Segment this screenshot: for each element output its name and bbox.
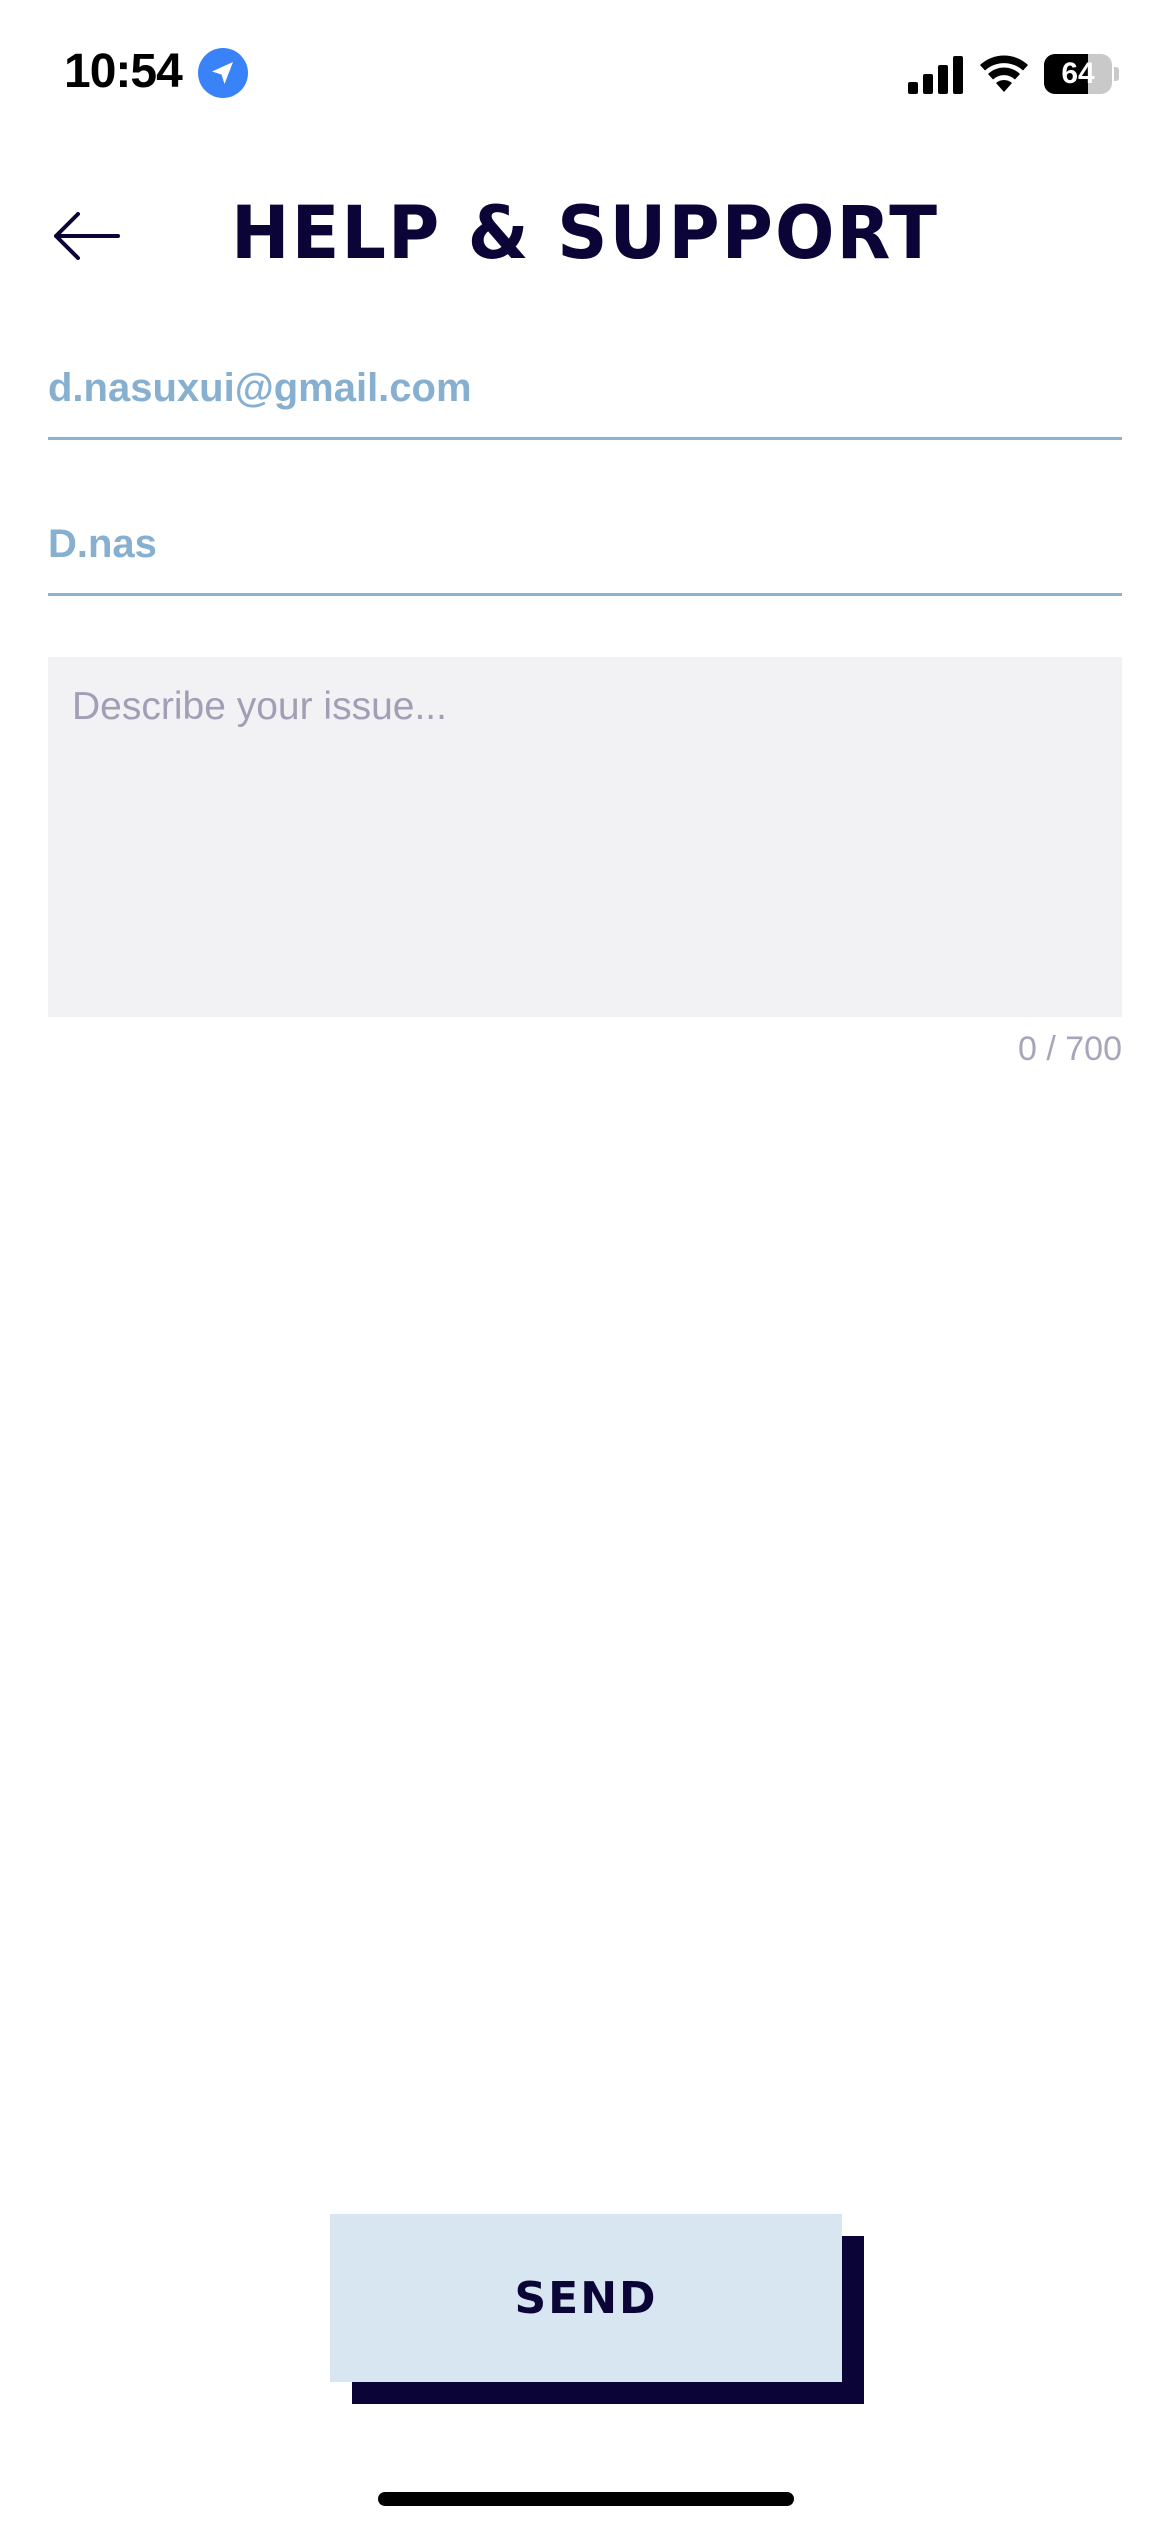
- cellular-signal-icon: [908, 56, 963, 94]
- char-counter: 0 / 700: [1018, 1030, 1122, 1068]
- wifi-icon: [980, 55, 1028, 92]
- home-indicator[interactable]: [378, 2492, 794, 2506]
- send-button-label: SEND: [514, 2272, 658, 2324]
- battery-body: 64: [1044, 54, 1112, 94]
- send-button[interactable]: SEND: [330, 2214, 842, 2382]
- status-bar: 10:54 64: [0, 0, 1170, 150]
- send-button-container: SEND: [330, 2214, 864, 2404]
- email-field-value: d.nasuxui@gmail.com: [48, 366, 472, 410]
- name-field[interactable]: D.nas: [48, 506, 1122, 596]
- battery-icon: 64: [1044, 54, 1119, 94]
- issue-textarea[interactable]: Describe your issue...: [48, 657, 1122, 1017]
- battery-cap: [1114, 67, 1119, 81]
- header: HELP & SUPPORT: [0, 180, 1170, 290]
- location-arrow-icon: [198, 48, 248, 98]
- email-field[interactable]: d.nasuxui@gmail.com: [48, 350, 1122, 440]
- issue-placeholder: Describe your issue...: [72, 685, 447, 728]
- page-title: HELP & SUPPORT: [231, 189, 939, 277]
- status-time: 10:54: [64, 45, 183, 98]
- name-field-value: D.nas: [48, 522, 157, 566]
- battery-level: 64: [1061, 57, 1095, 90]
